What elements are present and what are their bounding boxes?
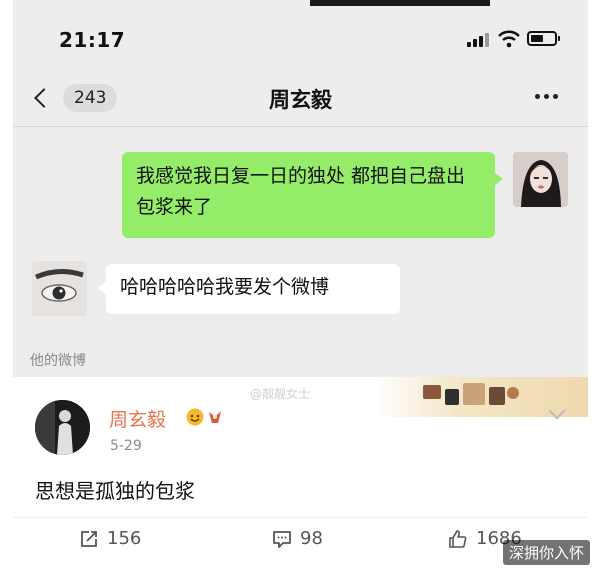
signal-icon (467, 33, 491, 47)
comment-icon (273, 530, 291, 548)
status-bar: 21:17 (13, 0, 588, 70)
poster-avatar[interactable] (35, 400, 90, 455)
post-actions: 156 98 1686 (13, 517, 588, 558)
chat-title: 周玄毅 (269, 88, 332, 112)
phone-screen: 21:17 243 周玄毅 我感觉我日复一日的独处 都把自己盘出包浆来了 哈哈哈… (13, 0, 588, 573)
status-time: 21:17 (59, 28, 126, 52)
more-options-icon[interactable] (535, 94, 558, 99)
post-text[interactable]: 思想是孤独的包浆 (35, 475, 195, 504)
vip-badge-icon (186, 408, 204, 426)
thumbs-up-icon (449, 529, 467, 548)
image-watermark: @靓靓女士 (250, 387, 311, 401)
repost-count: 156 (107, 528, 142, 549)
message-bubble-sent[interactable]: 我感觉我日复一日的独处 都把自己盘出包浆来了 (122, 152, 503, 238)
post-date: 5-29 (110, 438, 142, 454)
comment-button[interactable]: 98 (272, 528, 323, 549)
section-label: 他的微博 (30, 353, 86, 369)
comment-count: 98 (300, 528, 323, 549)
chat-navbar: 243 周玄毅 (13, 70, 588, 127)
screen-edge-bar (310, 0, 490, 6)
avatar-me[interactable] (513, 152, 568, 207)
message-bubble-received[interactable]: 哈哈哈哈哈我要发个微博 (98, 264, 400, 314)
avatar-contact[interactable] (32, 261, 87, 316)
poster-name[interactable]: 周玄毅 (109, 405, 166, 432)
weibo-card[interactable]: @靓靓女士 周玄毅 5-29 思想是孤独的包浆 156 98 1686 (13, 377, 588, 573)
chat-area: 我感觉我日复一日的独处 都把自己盘出包浆来了 哈哈哈哈哈我要发个微博 (13, 127, 588, 342)
wifi-icon (498, 30, 520, 48)
banner-decoration (423, 383, 519, 405)
repost-button[interactable]: 156 (79, 528, 141, 549)
source-watermark: 深拥你入怀 (503, 540, 591, 565)
repost-icon (81, 530, 97, 547)
battery-icon (527, 31, 560, 46)
member-badge-icon (209, 411, 221, 423)
